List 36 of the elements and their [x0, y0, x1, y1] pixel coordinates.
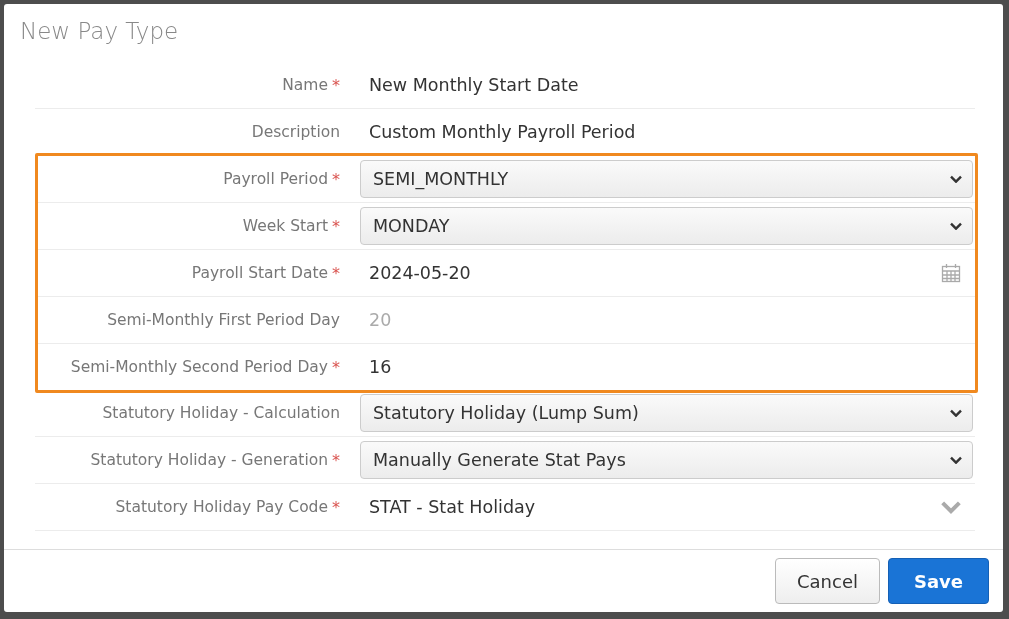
dropdown[interactable]: Statutory Holiday (Lump Sum) — [360, 394, 973, 432]
chevron-icon — [950, 174, 962, 184]
field-label: Description — [251, 123, 340, 141]
dropdown[interactable]: Manually Generate Stat Pays — [360, 441, 973, 479]
required-asterisk: * — [332, 497, 340, 517]
field-value[interactable]: 16 — [360, 357, 392, 377]
chevron-icon — [950, 221, 962, 231]
required-asterisk: * — [332, 75, 340, 95]
required-asterisk: * — [332, 263, 340, 283]
required-asterisk: * — [332, 169, 340, 189]
chevron-icon — [950, 455, 962, 465]
field-label: Statutory Holiday - Generation — [90, 451, 328, 469]
dropdown[interactable]: SEMI_MONTHLY — [360, 160, 973, 198]
dropdown[interactable]: MONDAY — [360, 207, 973, 245]
calendar-icon[interactable] — [941, 263, 961, 283]
chevron-icon — [941, 500, 961, 514]
required-asterisk: * — [332, 357, 340, 377]
field-label: Week Start — [242, 217, 328, 235]
field-label: Payroll Start Date — [191, 264, 328, 282]
combo-value[interactable]: STAT - Stat Holiday — [360, 497, 536, 517]
field-value[interactable]: Custom Monthly Payroll Period — [360, 122, 636, 142]
save-button[interactable]: Save — [888, 558, 989, 604]
date-field[interactable]: 2024-05-20 — [360, 263, 471, 283]
field-label: Name — [282, 76, 328, 94]
required-asterisk: * — [332, 450, 340, 470]
field-label: Semi-Monthly Second Period Day — [70, 358, 328, 376]
field-label: Statutory Holiday - Calculation — [102, 404, 340, 422]
field-label: Statutory Holiday Pay Code — [115, 498, 328, 516]
dialog-title: New Pay Type — [20, 17, 179, 46]
required-asterisk: * — [332, 216, 340, 236]
field-label: Payroll Period — [223, 170, 328, 188]
readonly-value: 20 — [368, 310, 392, 330]
field-label: Semi-Monthly First Period Day — [107, 311, 340, 329]
chevron-icon — [950, 408, 962, 418]
cancel-button[interactable]: Cancel — [775, 558, 880, 604]
field-value[interactable]: New Monthly Start Date — [360, 75, 579, 95]
